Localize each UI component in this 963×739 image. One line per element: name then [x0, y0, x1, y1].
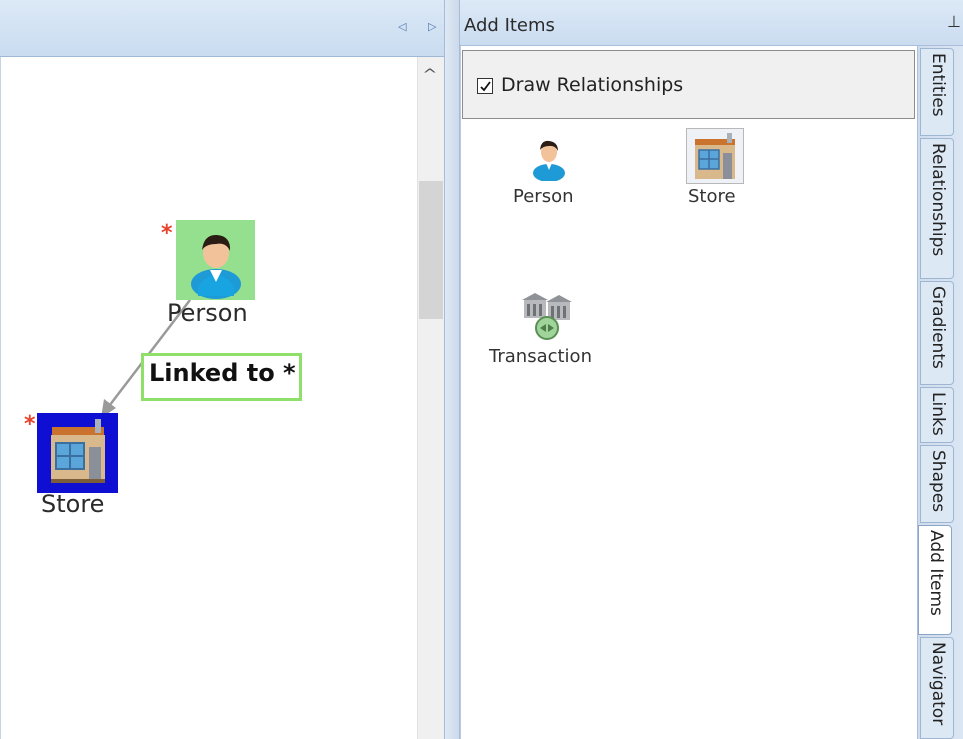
pane-splitter[interactable]: [444, 0, 460, 739]
palette-item-store[interactable]: [686, 128, 744, 184]
canvas-scrollbar[interactable]: ^: [417, 57, 444, 739]
pin-icon[interactable]: ⊥: [947, 12, 961, 31]
tab-gradients[interactable]: Gradients: [920, 281, 954, 385]
person-node-label: Person: [167, 299, 248, 327]
tab-links-label: Links: [928, 392, 948, 436]
person-node[interactable]: [176, 220, 255, 300]
tab-shapes[interactable]: Shapes: [920, 445, 954, 523]
palette-item-person[interactable]: [527, 133, 571, 182]
tab-add-items-label: Add Items: [926, 530, 946, 616]
pane-nav-arrows[interactable]: ◁ ▷: [398, 20, 445, 33]
draw-relationships-label[interactable]: Draw Relationships: [501, 74, 683, 96]
scroll-up-icon[interactable]: ^: [422, 67, 437, 83]
store-node-label: Store: [41, 490, 105, 518]
person-icon: [191, 234, 241, 299]
tab-shapes-label: Shapes: [928, 450, 948, 513]
palette-label-store: Store: [688, 186, 736, 207]
checkmark-icon: [480, 81, 491, 92]
palette-item-transaction[interactable]: [520, 290, 576, 342]
tab-entities[interactable]: Entities: [920, 48, 954, 136]
store-node[interactable]: [37, 413, 118, 493]
person-icon: [533, 140, 565, 182]
draw-relationships-checkbox[interactable]: [477, 78, 493, 94]
store-new-marker: *: [24, 412, 36, 437]
panel-title: Add Items: [464, 15, 555, 36]
tab-add-items[interactable]: Add Items: [918, 525, 952, 635]
tab-relationships-label: Relationships: [928, 143, 948, 257]
draw-relationships-toolbar: Draw Relationships: [462, 50, 915, 119]
person-new-marker: *: [161, 221, 173, 246]
transaction-icon: [522, 293, 572, 340]
tab-links[interactable]: Links: [920, 387, 954, 443]
tab-entities-label: Entities: [928, 53, 948, 117]
store-icon: [695, 133, 735, 179]
store-icon: [51, 419, 105, 483]
canvas-header: ◁ ▷: [0, 0, 450, 57]
relationship-label[interactable]: Linked to *: [141, 353, 302, 401]
tab-navigator-label: Navigator: [928, 642, 948, 726]
tab-navigator[interactable]: Navigator: [920, 637, 954, 739]
add-items-header: Add Items ⊥: [460, 0, 963, 46]
tab-gradients-label: Gradients: [928, 286, 948, 369]
palette-label-transaction: Transaction: [489, 346, 592, 367]
palette-label-person: Person: [513, 186, 574, 207]
tab-relationships[interactable]: Relationships: [920, 138, 954, 279]
scroll-thumb[interactable]: [419, 181, 443, 319]
